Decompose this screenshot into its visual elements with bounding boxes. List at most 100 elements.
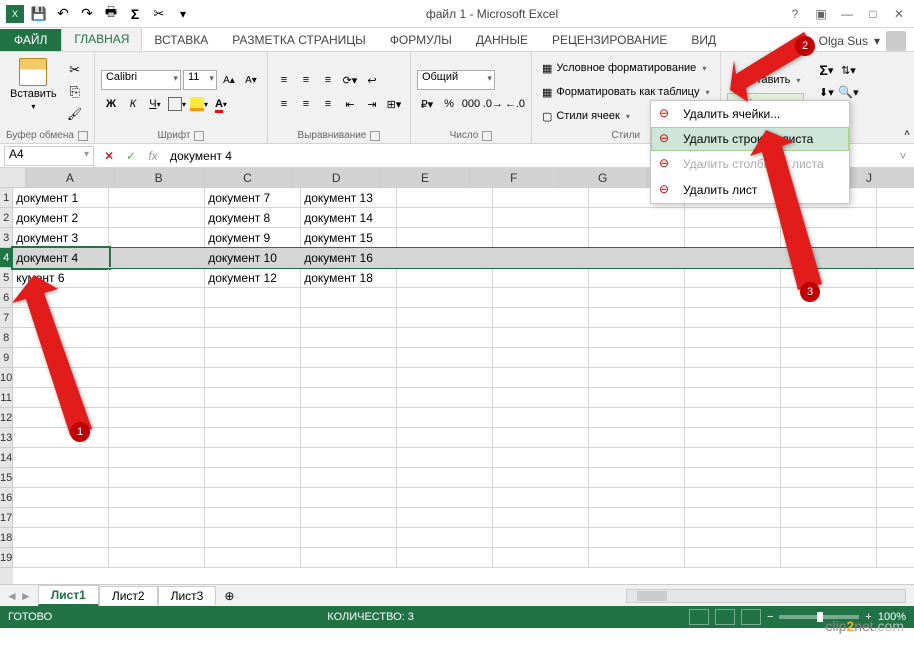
cell-I16[interactable] [781, 488, 877, 508]
tab-formulas[interactable]: ФОРМУЛЫ [378, 29, 464, 51]
sheet-tab-1[interactable]: Лист1 [38, 585, 99, 606]
tab-data[interactable]: ДАННЫЕ [464, 29, 540, 51]
font-size-combo[interactable]: 11 [183, 70, 217, 90]
decrease-indent[interactable]: ⇤ [340, 94, 360, 114]
row-header-19[interactable]: 19 [0, 548, 13, 568]
cell-G13[interactable] [589, 428, 685, 448]
cell-G12[interactable] [589, 408, 685, 428]
cell-C18[interactable] [205, 528, 301, 548]
cell-E19[interactable] [397, 548, 493, 568]
tab-view[interactable]: ВИД [679, 29, 728, 51]
cell-I18[interactable] [781, 528, 877, 548]
cell-G8[interactable] [589, 328, 685, 348]
help-button[interactable]: ? [786, 5, 804, 23]
row-header-3[interactable]: 3 [0, 228, 13, 248]
cell-D8[interactable] [301, 328, 397, 348]
cell-A19[interactable] [13, 548, 109, 568]
cell-A2[interactable]: документ 2 [13, 208, 109, 228]
cell-I11[interactable] [781, 388, 877, 408]
cell-E15[interactable] [397, 468, 493, 488]
tab-home[interactable]: ГЛАВНАЯ [61, 27, 142, 51]
align-top[interactable] [274, 70, 294, 90]
cell-G10[interactable] [589, 368, 685, 388]
cell-G14[interactable] [589, 448, 685, 468]
cell-E6[interactable] [397, 288, 493, 308]
col-header-B[interactable]: B [115, 168, 204, 187]
qat-customize[interactable]: ▾ [174, 5, 192, 23]
cell-D4[interactable]: документ 16 [301, 248, 397, 268]
alignment-launcher[interactable] [370, 131, 380, 141]
sort-filter-button[interactable]: ▾ [838, 60, 858, 80]
cell-H7[interactable] [685, 308, 781, 328]
col-header-G[interactable]: G [559, 168, 648, 187]
cell-B16[interactable] [109, 488, 205, 508]
cell-J11[interactable] [877, 388, 914, 408]
cell-J15[interactable] [877, 468, 914, 488]
cell-G7[interactable] [589, 308, 685, 328]
increase-indent[interactable]: ⇥ [362, 94, 382, 114]
cell-J18[interactable] [877, 528, 914, 548]
cell-H14[interactable] [685, 448, 781, 468]
cell-B5[interactable] [109, 268, 205, 288]
sheet-tab-3[interactable]: Лист3 [158, 586, 217, 605]
cell-A15[interactable] [13, 468, 109, 488]
user-avatar[interactable] [886, 31, 906, 51]
cell-B8[interactable] [109, 328, 205, 348]
cell-D18[interactable] [301, 528, 397, 548]
italic-button[interactable] [123, 94, 143, 114]
cell-B14[interactable] [109, 448, 205, 468]
cell-E2[interactable] [397, 208, 493, 228]
cell-A14[interactable] [13, 448, 109, 468]
cell-C4[interactable]: документ 10 [205, 248, 301, 268]
select-all-button[interactable] [0, 168, 26, 187]
cell-A1[interactable]: документ 1 [13, 188, 109, 208]
cell-J9[interactable] [877, 348, 914, 368]
view-normal[interactable] [689, 609, 709, 625]
cell-B13[interactable] [109, 428, 205, 448]
row-header-1[interactable]: 1 [0, 188, 13, 208]
cell-G3[interactable] [589, 228, 685, 248]
cell-F8[interactable] [493, 328, 589, 348]
cell-J8[interactable] [877, 328, 914, 348]
cell-I10[interactable] [781, 368, 877, 388]
cell-E13[interactable] [397, 428, 493, 448]
cell-A3[interactable]: документ 3 [13, 228, 109, 248]
cell-F18[interactable] [493, 528, 589, 548]
sheet-nav-prev[interactable]: ◄ [6, 589, 18, 603]
cell-D1[interactable]: документ 13 [301, 188, 397, 208]
cell-J4[interactable] [877, 248, 914, 268]
cell-I12[interactable] [781, 408, 877, 428]
cell-F5[interactable] [493, 268, 589, 288]
align-middle[interactable] [296, 70, 316, 90]
cell-B12[interactable] [109, 408, 205, 428]
cell-F7[interactable] [493, 308, 589, 328]
cell-I9[interactable] [781, 348, 877, 368]
cell-J3[interactable] [877, 228, 914, 248]
maximize-button[interactable]: □ [864, 5, 882, 23]
grow-font-button[interactable] [219, 70, 239, 90]
cell-D9[interactable] [301, 348, 397, 368]
align-left[interactable] [274, 94, 294, 114]
cell-D2[interactable]: документ 14 [301, 208, 397, 228]
cell-B18[interactable] [109, 528, 205, 548]
cell-C9[interactable] [205, 348, 301, 368]
cell-B6[interactable] [109, 288, 205, 308]
row-header-15[interactable]: 15 [0, 468, 13, 488]
cell-D12[interactable] [301, 408, 397, 428]
fill-color-button[interactable]: ▾ [189, 94, 209, 114]
cell-E1[interactable] [397, 188, 493, 208]
cell-B9[interactable] [109, 348, 205, 368]
decrease-decimal[interactable]: ←.0 [505, 94, 525, 114]
user-dropdown[interactable]: ▾ [874, 34, 880, 48]
font-color-button[interactable]: ▾ [211, 94, 231, 114]
sheet-tab-2[interactable]: Лист2 [99, 586, 158, 605]
row-header-14[interactable]: 14 [0, 448, 13, 468]
cell-J14[interactable] [877, 448, 914, 468]
cell-G18[interactable] [589, 528, 685, 548]
cell-C7[interactable] [205, 308, 301, 328]
minimize-button[interactable]: — [838, 5, 856, 23]
cell-D11[interactable] [301, 388, 397, 408]
cell-H16[interactable] [685, 488, 781, 508]
cell-J5[interactable] [877, 268, 914, 288]
cell-B17[interactable] [109, 508, 205, 528]
